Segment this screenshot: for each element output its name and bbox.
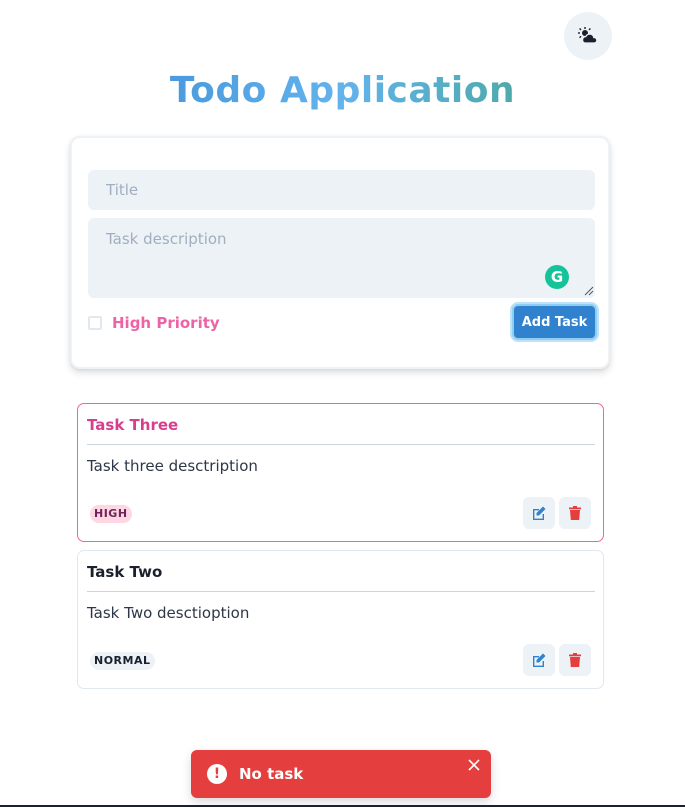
priority-badge: HIGH (90, 505, 132, 523)
task-card: Task Two Task Two desctioption NORMAL (77, 550, 604, 689)
edit-icon (533, 653, 546, 667)
add-task-form: G High Priority Add Task (70, 136, 610, 369)
priority-badge: NORMAL (90, 652, 155, 670)
task-title: Task Two (87, 563, 163, 581)
page-title: Todo Application (0, 70, 685, 111)
grammarly-icon[interactable]: G (545, 265, 569, 289)
theme-toggle-button[interactable] (564, 12, 612, 60)
trash-icon (569, 653, 581, 667)
toast-message: No task (239, 765, 304, 783)
task-divider (87, 591, 595, 592)
delete-task-button[interactable] (559, 497, 591, 529)
high-priority-toggle[interactable]: High Priority (88, 313, 220, 333)
title-word-2: Application (279, 70, 516, 111)
resize-grip-icon[interactable] (584, 286, 594, 296)
high-priority-checkbox[interactable] (88, 316, 102, 330)
task-title: Task Three (87, 416, 179, 434)
error-toast: ! No task (191, 750, 491, 798)
close-icon[interactable] (467, 758, 481, 772)
add-task-button[interactable]: Add Task (512, 304, 597, 340)
edit-task-button[interactable] (523, 644, 555, 676)
edit-task-button[interactable] (523, 497, 555, 529)
grammarly-letter: G (550, 268, 564, 286)
task-description: Task three desctription (87, 457, 258, 475)
alert-circle-icon: ! (207, 764, 227, 784)
high-priority-label[interactable]: High Priority (112, 314, 220, 332)
task-card: Task Three Task three desctription HIGH (77, 403, 604, 542)
cloud-sun-icon (578, 27, 598, 44)
title-input[interactable] (88, 170, 595, 210)
task-description: Task Two desctioption (87, 604, 250, 622)
edit-icon (533, 506, 546, 520)
delete-task-button[interactable] (559, 644, 591, 676)
task-divider (87, 444, 595, 445)
title-word-1: Todo (169, 70, 267, 111)
description-input[interactable] (88, 218, 595, 298)
trash-icon (569, 506, 581, 520)
